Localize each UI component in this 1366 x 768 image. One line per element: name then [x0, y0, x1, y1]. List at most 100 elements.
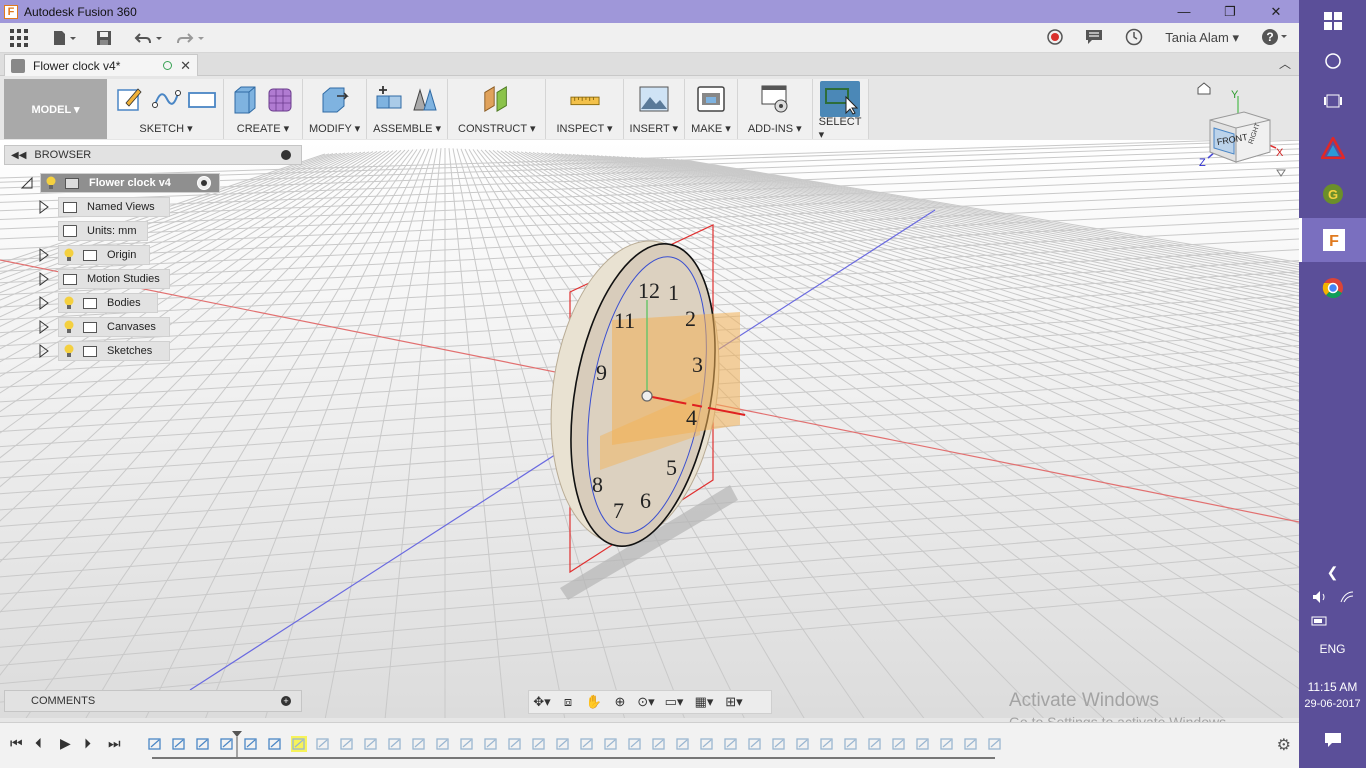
- timeline-feature-icon[interactable]: [891, 736, 907, 752]
- timeline-feature-icon[interactable]: [915, 736, 931, 752]
- press-pull-icon[interactable]: [320, 84, 350, 114]
- pan-hand-icon[interactable]: ✋: [581, 691, 607, 713]
- timeline-feature-icon[interactable]: [963, 736, 979, 752]
- add-ins-menu-label[interactable]: ADD-INS ▾: [748, 119, 802, 137]
- timeline-feature-icon[interactable]: [339, 736, 355, 752]
- orbit-icon[interactable]: ✥▾: [529, 691, 555, 713]
- timeline-feature-icon[interactable]: [771, 736, 787, 752]
- timeline-previous-icon[interactable]: ⏴: [35, 735, 42, 752]
- browser-item-bodies[interactable]: Bodies: [38, 293, 158, 313]
- timeline-feature-icon[interactable]: [603, 736, 619, 752]
- save-icon[interactable]: [96, 23, 112, 53]
- modify-group[interactable]: MODIFY ▾: [303, 79, 368, 139]
- timeline-feature-icon[interactable]: [243, 736, 259, 752]
- timeline-settings-gear-icon[interactable]: ⚙: [1277, 735, 1291, 755]
- timeline-feature-icon[interactable]: [819, 736, 835, 752]
- form-icon[interactable]: [266, 84, 296, 114]
- insert-group[interactable]: INSERT ▾: [623, 79, 686, 139]
- browser-item-origin[interactable]: Origin: [38, 245, 150, 265]
- expand-triangle-icon[interactable]: [38, 248, 50, 262]
- browser-item-named-views[interactable]: Named Views: [38, 197, 170, 217]
- comments-panel[interactable]: COMMENTS +: [4, 690, 302, 712]
- show-hidden-icons-chevron-icon[interactable]: ❮: [1299, 560, 1366, 584]
- battery-icon[interactable]: [1299, 612, 1366, 630]
- timeline-feature-icon[interactable]: [675, 736, 691, 752]
- timeline-feature-icon[interactable]: [795, 736, 811, 752]
- create-menu-label[interactable]: CREATE ▾: [237, 119, 289, 137]
- modify-menu-label[interactable]: MODIFY ▾: [309, 119, 360, 137]
- timeline-feature-icon[interactable]: [627, 736, 643, 752]
- new-component-icon[interactable]: [374, 84, 404, 114]
- fusion-taskbar-icon[interactable]: F: [1299, 218, 1366, 262]
- timeline-feature-icon[interactable]: [195, 736, 211, 752]
- insert-image-icon[interactable]: [639, 84, 669, 114]
- timeline-feature-icon[interactable]: [747, 736, 763, 752]
- add-ins-group[interactable]: ADD-INS ▾: [737, 79, 813, 139]
- timeline-play-icon[interactable]: ▶: [60, 735, 71, 752]
- collapse-browser-icon[interactable]: ◀◀: [11, 150, 26, 161]
- timeline-next-icon[interactable]: ⏵: [84, 735, 91, 752]
- timeline-start-icon[interactable]: ⏮: [10, 735, 23, 752]
- inspect-group[interactable]: INSPECT ▾: [546, 79, 624, 139]
- fit-zoom-icon[interactable]: ⊙▾: [633, 691, 659, 713]
- inspect-menu-label[interactable]: INSPECT ▾: [556, 119, 612, 137]
- browser-item-canvases[interactable]: Canvases: [38, 317, 170, 337]
- workspace-switcher[interactable]: MODEL ▾: [4, 79, 107, 139]
- timeline-feature-icon[interactable]: [939, 736, 955, 752]
- chrome-app-icon[interactable]: [1299, 268, 1366, 308]
- timeline-feature-icon[interactable]: [363, 736, 379, 752]
- timeline-feature-icon[interactable]: [315, 736, 331, 752]
- undo-icon[interactable]: [134, 23, 164, 53]
- action-center-icon[interactable]: [1299, 728, 1366, 752]
- insert-menu-label[interactable]: INSERT ▾: [630, 119, 679, 137]
- timeline-feature-icon[interactable]: [267, 736, 283, 752]
- data-panel-grid-icon[interactable]: [10, 23, 28, 53]
- scripts-add-ins-icon[interactable]: [760, 84, 790, 114]
- origin-point-icon[interactable]: [641, 390, 653, 402]
- close-tab-icon[interactable]: ✕: [180, 58, 191, 74]
- timeline-feature-icon[interactable]: [291, 736, 307, 752]
- browser-item-sketches[interactable]: Sketches: [38, 341, 170, 361]
- select-icon[interactable]: [820, 81, 861, 117]
- visibility-bulb-icon[interactable]: [63, 248, 75, 262]
- sketch-group[interactable]: SKETCH ▾: [107, 79, 224, 139]
- offset-plane-icon[interactable]: [482, 84, 512, 114]
- grid-settings-icon[interactable]: ▦▾: [689, 691, 719, 713]
- canvas-viewport[interactable]: 12 1 2 3 4 5 6 7 8 9 11: [0, 140, 1299, 718]
- expand-triangle-icon[interactable]: [38, 200, 50, 214]
- viewcube-menu-icon[interactable]: [1276, 169, 1286, 177]
- select-menu-label[interactable]: SELECT ▾: [819, 116, 862, 141]
- timeline-feature-icon[interactable]: [651, 736, 667, 752]
- browser-item-units[interactable]: Units: mm: [58, 221, 148, 241]
- help-icon[interactable]: ?: [1261, 28, 1289, 49]
- display-settings-icon[interactable]: ▭▾: [659, 691, 689, 713]
- timeline-track[interactable]: [152, 757, 995, 759]
- rectangle-icon[interactable]: [187, 84, 217, 114]
- timeline-feature-icon[interactable]: [867, 736, 883, 752]
- create-sketch-icon[interactable]: [115, 84, 145, 114]
- sketch-menu-label[interactable]: SKETCH ▾: [139, 119, 192, 137]
- extrude-icon[interactable]: [230, 84, 260, 114]
- construct-menu-label[interactable]: CONSTRUCT ▾: [458, 119, 535, 137]
- close-button[interactable]: ✕: [1253, 0, 1299, 23]
- timeline-marker[interactable]: [232, 731, 242, 757]
- browser-header[interactable]: ◀◀ BROWSER: [4, 145, 302, 165]
- job-status-clock-icon[interactable]: [1125, 28, 1143, 49]
- timeline-feature-icon[interactable]: [531, 736, 547, 752]
- timeline-end-icon[interactable]: ⏭: [108, 735, 121, 752]
- browser-root-node[interactable]: Flower clock v4: [20, 173, 220, 193]
- joint-icon[interactable]: [410, 84, 440, 114]
- redo-icon[interactable]: [176, 23, 206, 53]
- timeline-feature-icon[interactable]: [579, 736, 595, 752]
- minimize-button[interactable]: —: [1161, 0, 1207, 23]
- timeline-feature-icon[interactable]: [843, 736, 859, 752]
- zoom-icon[interactable]: ⊕: [607, 691, 633, 713]
- task-view-icon[interactable]: [1299, 86, 1366, 116]
- create-group[interactable]: CREATE ▾: [224, 79, 303, 139]
- timeline-feature-icon[interactable]: [507, 736, 523, 752]
- expand-triangle-icon[interactable]: [38, 344, 50, 358]
- assemble-group[interactable]: ASSEMBLE ▾: [367, 79, 449, 139]
- construct-group[interactable]: CONSTRUCT ▾: [448, 79, 547, 139]
- home-view-icon[interactable]: [1197, 82, 1211, 95]
- visibility-bulb-icon[interactable]: [63, 320, 75, 334]
